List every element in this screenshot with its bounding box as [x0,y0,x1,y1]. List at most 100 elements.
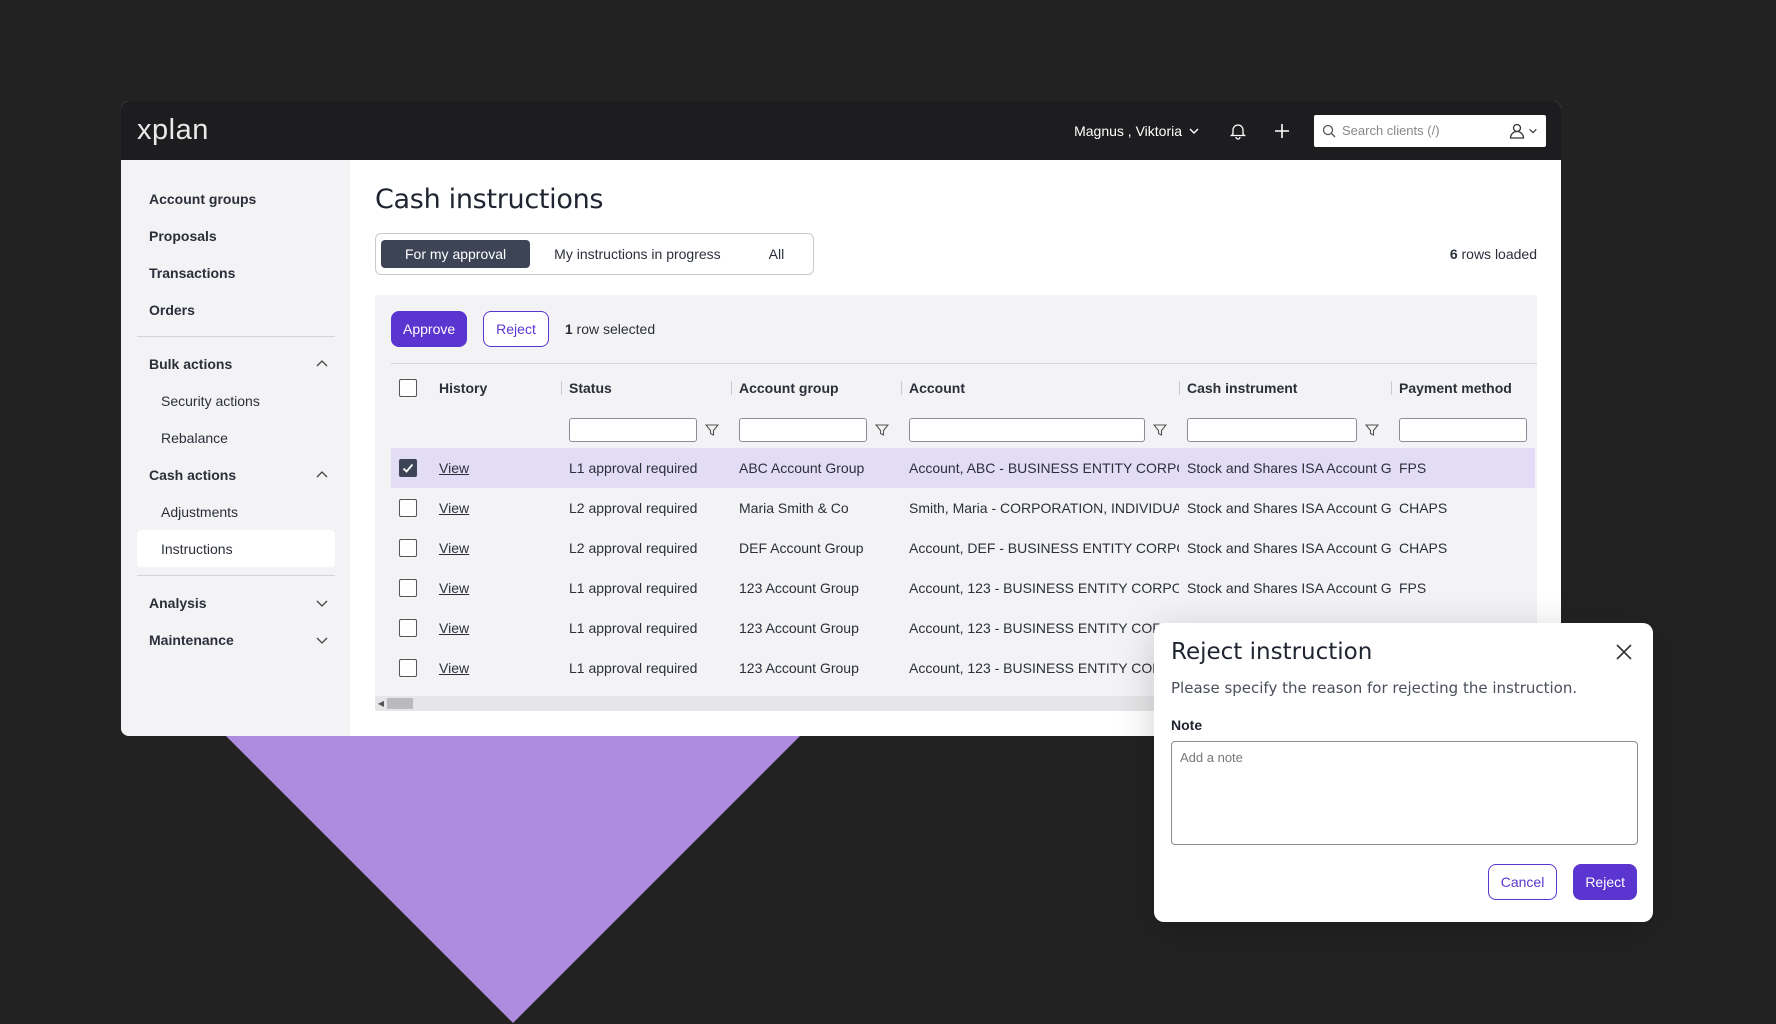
account-group-filter-input[interactable] [739,418,867,442]
column-header-cash-instrument[interactable]: Cash instrument [1179,364,1391,412]
table-row[interactable]: View L2 approval required Maria Smith & … [391,488,1535,528]
account-cell: Smith, Maria - CORPORATION, INDIVIDUAL E… [909,500,1179,516]
sidebar-divider [137,575,335,576]
add-button[interactable] [1270,119,1294,143]
reject-instruction-dialog: Reject instruction Please specify the re… [1154,623,1653,922]
column-header-status[interactable]: Status [561,364,731,412]
reject-button[interactable]: Reject [483,311,549,347]
notifications-button[interactable] [1226,119,1250,143]
sidebar-group-label: Bulk actions [149,355,233,372]
status-cell: L1 approval required [569,460,698,476]
search-box [1314,114,1546,147]
sidebar-item-account-groups[interactable]: Account groups [137,180,335,217]
chevron-down-icon [316,637,328,644]
sidebar-item-transactions[interactable]: Transactions [137,254,335,291]
confirm-reject-button[interactable]: Reject [1573,864,1637,900]
sidebar-group-bulk-actions[interactable]: Bulk actions [137,345,335,382]
row-checkbox[interactable] [399,659,417,677]
user-menu[interactable]: Magnus , Viktoria [1074,123,1200,139]
sidebar: Account groups Proposals Transactions Or… [121,160,350,736]
tab-all[interactable]: All [745,240,809,268]
sidebar-group-label: Analysis [149,594,207,611]
row-checkbox[interactable] [399,619,417,637]
top-bar: xplan Magnus , Viktoria [121,101,1561,160]
column-header-account[interactable]: Account [901,364,1179,412]
page-title: Cash instructions [375,184,604,215]
cash-instrument-cell: Stock and Shares ISA Account GBP [1187,460,1391,476]
sidebar-item-adjustments[interactable]: Adjustments [137,493,335,530]
decorative-triangle [226,736,800,1023]
note-label: Note [1171,717,1203,733]
plus-icon [1275,123,1289,138]
filter-icon[interactable] [705,423,719,437]
approve-button[interactable]: Approve [391,311,468,347]
selected-text: row selected [576,321,656,337]
view-history-link[interactable]: View [439,540,469,556]
payment-method-cell: FPS [1399,580,1427,596]
status-filter-input[interactable] [569,418,697,442]
close-icon [1616,644,1632,660]
sidebar-item-proposals[interactable]: Proposals [137,217,335,254]
chevron-up-icon [316,359,328,366]
close-button[interactable] [1611,639,1637,665]
row-checkbox[interactable] [399,499,417,517]
account-group-cell: DEF Account Group [739,540,864,556]
bell-icon [1229,123,1247,140]
status-cell: L2 approval required [569,500,698,516]
filter-icon[interactable] [875,423,889,437]
payment-method-cell: CHAPS [1399,540,1448,556]
view-history-link[interactable]: View [439,500,469,516]
tab-for-my-approval[interactable]: For my approval [381,240,531,268]
column-header-history[interactable]: History [431,364,561,412]
chevron-down-icon [316,600,328,607]
selection-status: 1 row selected [565,321,655,337]
scroll-left-icon[interactable]: ◀ [375,699,387,708]
cash-instrument-cell: Stock and Shares ISA Account GBP [1187,540,1391,556]
cash-instrument-filter-input[interactable] [1187,418,1357,442]
profile-button[interactable] [1508,122,1538,140]
sidebar-item-orders[interactable]: Orders [137,291,335,328]
view-history-link[interactable]: View [439,460,469,476]
sidebar-group-cash-actions[interactable]: Cash actions [137,456,335,493]
instruction-filter-tabs: For my approval My instructions in progr… [375,233,815,275]
account-filter-input[interactable] [909,418,1145,442]
account-cell: Account, 123 - BUSINESS ENTITY CORPORATI… [909,620,1179,636]
sidebar-item-instructions[interactable]: Instructions [137,530,335,567]
view-history-link[interactable]: View [439,580,469,596]
table-row[interactable]: View L2 approval required DEF Account Gr… [391,528,1535,568]
sidebar-item-rebalance[interactable]: Rebalance [137,419,335,456]
table-row[interactable]: View L1 approval required ABC Account Gr… [391,448,1535,488]
chevron-down-icon [1189,128,1199,134]
filter-icon[interactable] [1365,423,1379,437]
rows-loaded-text: rows loaded [1461,246,1538,262]
sidebar-divider [137,336,335,337]
select-all-checkbox[interactable] [399,379,417,397]
status-cell: L2 approval required [569,540,698,556]
chevron-up-icon [316,470,328,477]
view-history-link[interactable]: View [439,620,469,636]
payment-method-cell: CHAPS [1399,500,1448,516]
column-header-payment-method[interactable]: Payment method [1391,364,1535,412]
payment-method-filter-input[interactable] [1399,418,1527,442]
sidebar-group-maintenance[interactable]: Maintenance [137,621,335,658]
sidebar-group-analysis[interactable]: Analysis [137,584,335,621]
tab-my-instructions-in-progress[interactable]: My instructions in progress [530,240,745,268]
dialog-title: Reject instruction [1171,639,1373,665]
search-input[interactable] [1342,123,1502,138]
row-checkbox[interactable] [399,539,417,557]
column-header-account-group[interactable]: Account group [731,364,901,412]
scrollbar-thumb[interactable] [387,698,413,709]
table-row[interactable]: View L1 approval required 123 Account Gr… [391,568,1535,608]
row-checkbox[interactable] [399,579,417,597]
cash-instrument-cell: Stock and Shares ISA Account GBP [1187,500,1391,516]
view-history-link[interactable]: View [439,660,469,676]
cancel-button[interactable]: Cancel [1487,864,1558,900]
account-group-cell: 123 Account Group [739,580,859,596]
row-checkbox[interactable] [399,459,417,477]
note-textarea[interactable] [1171,741,1638,845]
filter-icon[interactable] [1153,423,1167,437]
selected-count: 1 [564,321,573,337]
user-menu-label: Magnus , Viktoria [1074,122,1182,139]
rows-loaded-count: 6 [1449,246,1458,262]
sidebar-item-security-actions[interactable]: Security actions [137,382,335,419]
